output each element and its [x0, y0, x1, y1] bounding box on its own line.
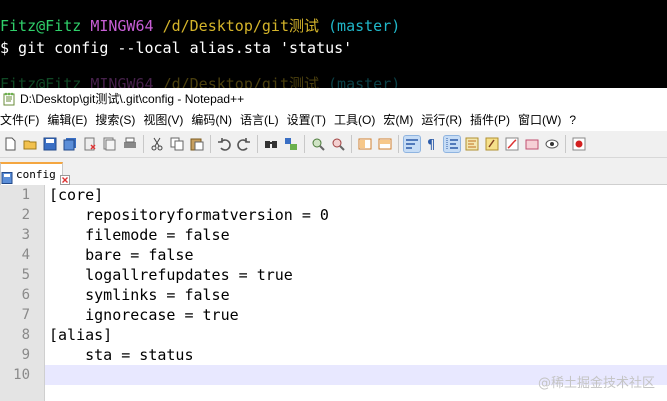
- line-number: 4: [21, 247, 30, 263]
- terminal-prompt: Fitz@Fitz MINGW64 /d/Desktop/git测试 (mast…: [0, 16, 400, 36]
- save-icon[interactable]: [42, 136, 58, 152]
- monitor-icon[interactable]: [544, 136, 560, 152]
- toolbar-separator: [304, 135, 305, 153]
- toolbar-separator: [257, 135, 258, 153]
- notepadpp-icon: [2, 92, 16, 106]
- terminal-prompt-faded: Fitz@Fitz MINGW64 /d/Desktop/git测试 (mast…: [0, 74, 400, 88]
- save-all-icon[interactable]: [62, 136, 78, 152]
- menu-language[interactable]: 语言(L): [236, 109, 283, 131]
- toolbar-separator: [398, 135, 399, 153]
- menu-encoding[interactable]: 编码(N): [187, 109, 236, 131]
- toolbar: ¶: [0, 131, 667, 158]
- prompt-path: /d/Desktop/git测试: [162, 17, 319, 35]
- show-all-chars-icon[interactable]: ¶: [424, 136, 440, 152]
- toolbar-separator: [143, 135, 144, 153]
- zoom-out-icon[interactable]: [330, 136, 346, 152]
- line-number: 6: [21, 287, 30, 303]
- menu-view[interactable]: 视图(V): [139, 109, 187, 131]
- title-bar: D:\Desktop\git测试\.git\config - Notepad++: [0, 88, 667, 109]
- close-icon[interactable]: [82, 136, 98, 152]
- code-line[interactable]: ignorecase = true: [49, 305, 667, 325]
- code-line[interactable]: [alias]: [49, 325, 667, 345]
- tab-bar: config: [0, 158, 667, 185]
- record-macro-icon[interactable]: [571, 136, 587, 152]
- word-wrap-icon[interactable]: [403, 135, 421, 153]
- menu-file[interactable]: 文件(F): [0, 109, 43, 131]
- menu-window[interactable]: 窗口(W): [514, 109, 565, 131]
- folder-workspace-icon[interactable]: [504, 136, 520, 152]
- cut-icon[interactable]: [149, 136, 165, 152]
- redo-icon[interactable]: [236, 136, 252, 152]
- tab-label: config: [16, 168, 56, 181]
- line-number: 10: [13, 367, 30, 383]
- new-file-icon[interactable]: [2, 136, 18, 152]
- code-line[interactable]: repositoryformatversion = 0: [49, 205, 667, 225]
- close-all-icon[interactable]: [102, 136, 118, 152]
- find-icon[interactable]: [263, 136, 279, 152]
- svg-text:¶: ¶: [427, 138, 435, 151]
- code-line[interactable]: symlinks = false: [49, 285, 667, 305]
- sync-vertical-icon[interactable]: [357, 136, 373, 152]
- line-number: 3: [21, 227, 30, 243]
- tab-config[interactable]: config: [0, 162, 70, 185]
- menu-run[interactable]: 运行(R): [417, 109, 466, 131]
- print-icon[interactable]: [122, 136, 138, 152]
- terminal-command: $ git config --local alias.sta 'status': [0, 39, 353, 57]
- close-icon[interactable]: [59, 170, 70, 185]
- code-line[interactable]: logallrefupdates = true: [49, 265, 667, 285]
- terminal-window: Fitz@Fitz MINGW64 /d/Desktop/git测试 (mast…: [0, 0, 667, 88]
- prompt-path: /d/Desktop/git测试: [162, 75, 319, 88]
- line-number: 9: [21, 347, 30, 363]
- code-line[interactable]: filemode = false: [49, 225, 667, 245]
- undo-icon[interactable]: [216, 136, 232, 152]
- menu-plugins[interactable]: 插件(P): [466, 109, 514, 131]
- replace-icon[interactable]: [283, 136, 299, 152]
- function-list-icon[interactable]: [484, 136, 500, 152]
- window-title: D:\Desktop\git测试\.git\config - Notepad++: [20, 92, 245, 106]
- menu-macro[interactable]: 宏(M): [379, 109, 417, 131]
- editor-area[interactable]: 1 2 3 4 5 6 7 8 9 10 [core] repositoryfo…: [0, 185, 667, 401]
- menu-bar: 文件(F) 编辑(E) 搜索(S) 视图(V) 编码(N) 语言(L) 设置(T…: [0, 109, 667, 131]
- menu-help[interactable]: ?: [565, 109, 580, 131]
- line-number: 8: [21, 327, 30, 343]
- toolbar-separator: [210, 135, 211, 153]
- zoom-in-icon[interactable]: [310, 136, 326, 152]
- code-line[interactable]: sta = status: [49, 345, 667, 365]
- menu-search[interactable]: 搜索(S): [91, 109, 139, 131]
- menu-tools[interactable]: 工具(O): [330, 109, 379, 131]
- toolbar-separator: [351, 135, 352, 153]
- prompt-system: MINGW64: [90, 17, 154, 35]
- line-number: 1: [21, 187, 30, 203]
- prompt-user: Fitz@Fitz: [0, 75, 82, 88]
- code-line[interactable]: bare = false: [49, 245, 667, 265]
- code-line[interactable]: [core]: [49, 185, 667, 205]
- prompt-user: Fitz@Fitz: [0, 17, 82, 35]
- line-number: 2: [21, 207, 30, 223]
- prompt-branch: (master): [328, 17, 401, 35]
- doc-map-icon[interactable]: [464, 136, 480, 152]
- prompt-branch: (master): [328, 75, 401, 88]
- file-icon: [1, 169, 13, 184]
- watermark: @稀土掘金技术社区: [537, 376, 655, 391]
- line-number: 7: [21, 307, 30, 323]
- line-number: 5: [21, 267, 30, 283]
- toolbar-separator: [565, 135, 566, 153]
- sync-horizontal-icon[interactable]: [377, 136, 393, 152]
- menu-edit[interactable]: 编辑(E): [43, 109, 91, 131]
- copy-icon[interactable]: [169, 136, 185, 152]
- indent-guide-icon[interactable]: [443, 135, 461, 153]
- open-file-icon[interactable]: [22, 136, 38, 152]
- panel-icon[interactable]: [524, 136, 540, 152]
- prompt-system: MINGW64: [90, 75, 154, 88]
- menu-settings[interactable]: 设置(T): [283, 109, 330, 131]
- paste-icon[interactable]: [189, 136, 205, 152]
